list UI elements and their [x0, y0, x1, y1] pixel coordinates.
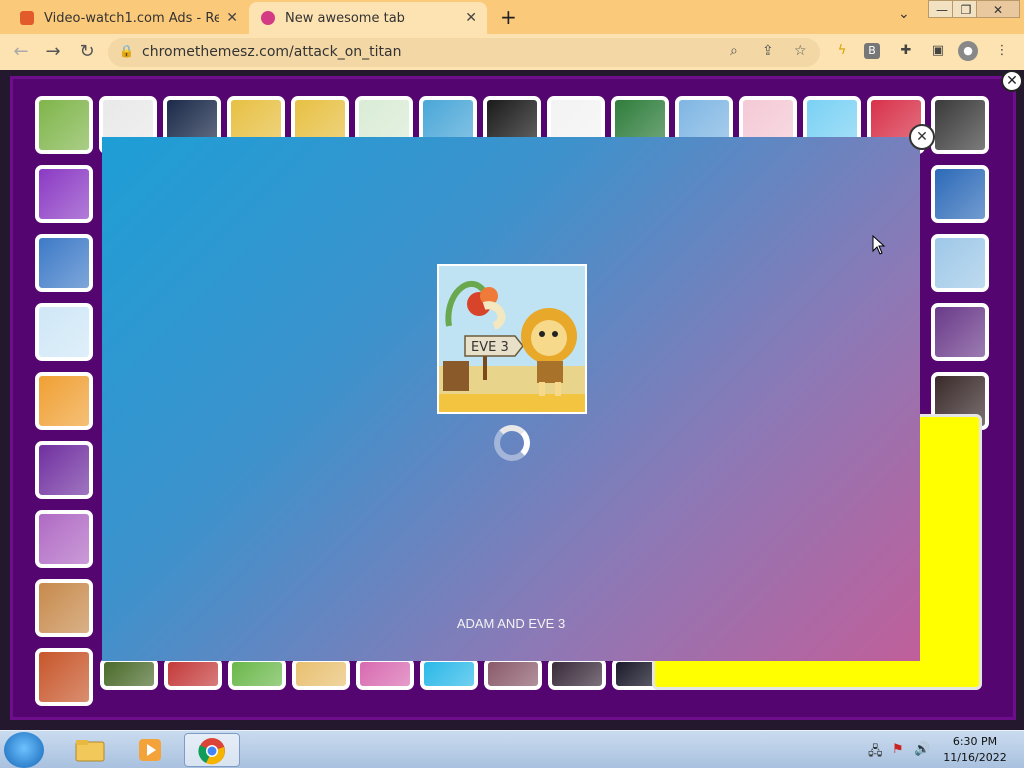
- tab-title: New awesome tab: [285, 10, 405, 26]
- game-thumbnail[interactable]: [35, 303, 93, 361]
- forward-arrow-icon[interactable]: →: [42, 41, 64, 63]
- tab-close-icon[interactable]: ✕: [465, 10, 477, 26]
- menu-icon[interactable]: ⋮: [992, 41, 1012, 61]
- game-thumbnail[interactable]: [35, 441, 93, 499]
- share-icon[interactable]: ⇪: [762, 43, 774, 59]
- game-thumbnail[interactable]: [931, 303, 989, 361]
- game-title: ADAM AND EVE 3: [456, 616, 566, 631]
- new-tab-button[interactable]: +: [500, 5, 517, 29]
- game-thumbnail[interactable]: [100, 658, 158, 690]
- extension-b-icon[interactable]: B: [864, 43, 880, 59]
- action-center-flag-icon[interactable]: ⚑: [892, 742, 904, 757]
- clock-time: 6:30 PM: [952, 735, 998, 748]
- tab-video-watch[interactable]: Video-watch1.com Ads - Remove ✕: [8, 2, 248, 34]
- puzzle-icon[interactable]: ✚: [896, 41, 916, 61]
- game-thumbnail[interactable]: [35, 648, 93, 706]
- media-player-taskbar-icon[interactable]: [122, 733, 178, 767]
- game-thumbnail[interactable]: [35, 96, 93, 154]
- clock-date: 11/16/2022: [943, 751, 1007, 764]
- url-text[interactable]: chromethemesz.com/attack_on_titan: [142, 44, 401, 60]
- page-close-icon[interactable]: ✕: [1001, 70, 1023, 92]
- game-thumbnail[interactable]: [35, 165, 93, 223]
- explorer-taskbar-icon[interactable]: [62, 733, 118, 767]
- game-thumbnail[interactable]: [35, 372, 93, 430]
- game-thumbnail[interactable]: [164, 658, 222, 690]
- game-thumbnail[interactable]: [356, 658, 414, 690]
- tab-close-icon[interactable]: ✕: [226, 10, 238, 26]
- address-bar[interactable]: 🔒 chromethemesz.com/attack_on_titan ⌕ ⇪ …: [108, 38, 820, 67]
- lock-icon[interactable]: 🔒: [119, 44, 134, 58]
- game-thumbnail[interactable]: [548, 658, 606, 690]
- start-button[interactable]: [4, 732, 44, 768]
- tab-strip: Video-watch1.com Ads - Remove ✕ New awes…: [0, 0, 1024, 34]
- game-thumbnail[interactable]: [35, 234, 93, 292]
- game-thumbnail[interactable]: [228, 658, 286, 690]
- sidebar-icon[interactable]: ▣: [928, 41, 948, 61]
- back-arrow-icon[interactable]: ←: [10, 41, 32, 63]
- game-thumbnail[interactable]: [35, 510, 93, 568]
- tab-favicon: [261, 11, 275, 25]
- game-thumbnail[interactable]: [931, 96, 989, 154]
- game-thumbnail[interactable]: [420, 658, 478, 690]
- tab-favicon: [20, 11, 34, 25]
- browser-toolbar: ← → ↻ 🔒 chromethemesz.com/attack_on_tita…: [0, 34, 1024, 70]
- close-window-button[interactable]: ✕: [976, 0, 1020, 18]
- system-clock[interactable]: 6:30 PM 11/16/2022: [940, 734, 1010, 766]
- tab-title: Video-watch1.com Ads - Remove: [44, 10, 219, 26]
- zoom-icon[interactable]: ⌕: [730, 43, 738, 59]
- volume-tray-icon[interactable]: 🔊: [914, 742, 930, 757]
- game-cover-image[interactable]: EVE 3: [437, 264, 587, 414]
- game-thumbnail[interactable]: [931, 165, 989, 223]
- network-tray-icon[interactable]: 🖧: [868, 742, 883, 764]
- modal-close-icon[interactable]: ✕: [909, 124, 935, 150]
- game-thumbnail[interactable]: [292, 658, 350, 690]
- game-thumbnail[interactable]: [35, 579, 93, 637]
- windows-taskbar: 🖧 ⚑ 🔊 6:30 PM 11/16/2022: [0, 730, 1024, 768]
- reload-icon[interactable]: ↻: [76, 41, 98, 63]
- chrome-taskbar-icon[interactable]: [184, 733, 240, 767]
- star-icon[interactable]: ☆: [794, 43, 807, 59]
- extension-pikachu-icon[interactable]: ϟ: [832, 41, 852, 61]
- game-thumbnail[interactable]: [931, 234, 989, 292]
- tab-new-awesome[interactable]: New awesome tab ✕: [249, 2, 487, 34]
- loading-spinner-icon: [494, 425, 530, 461]
- game-thumbnail[interactable]: [484, 658, 542, 690]
- tab-search-chevron-icon[interactable]: ⌄: [898, 6, 910, 22]
- sign-text: EVE 3: [471, 340, 509, 355]
- profile-icon[interactable]: ●: [958, 41, 978, 61]
